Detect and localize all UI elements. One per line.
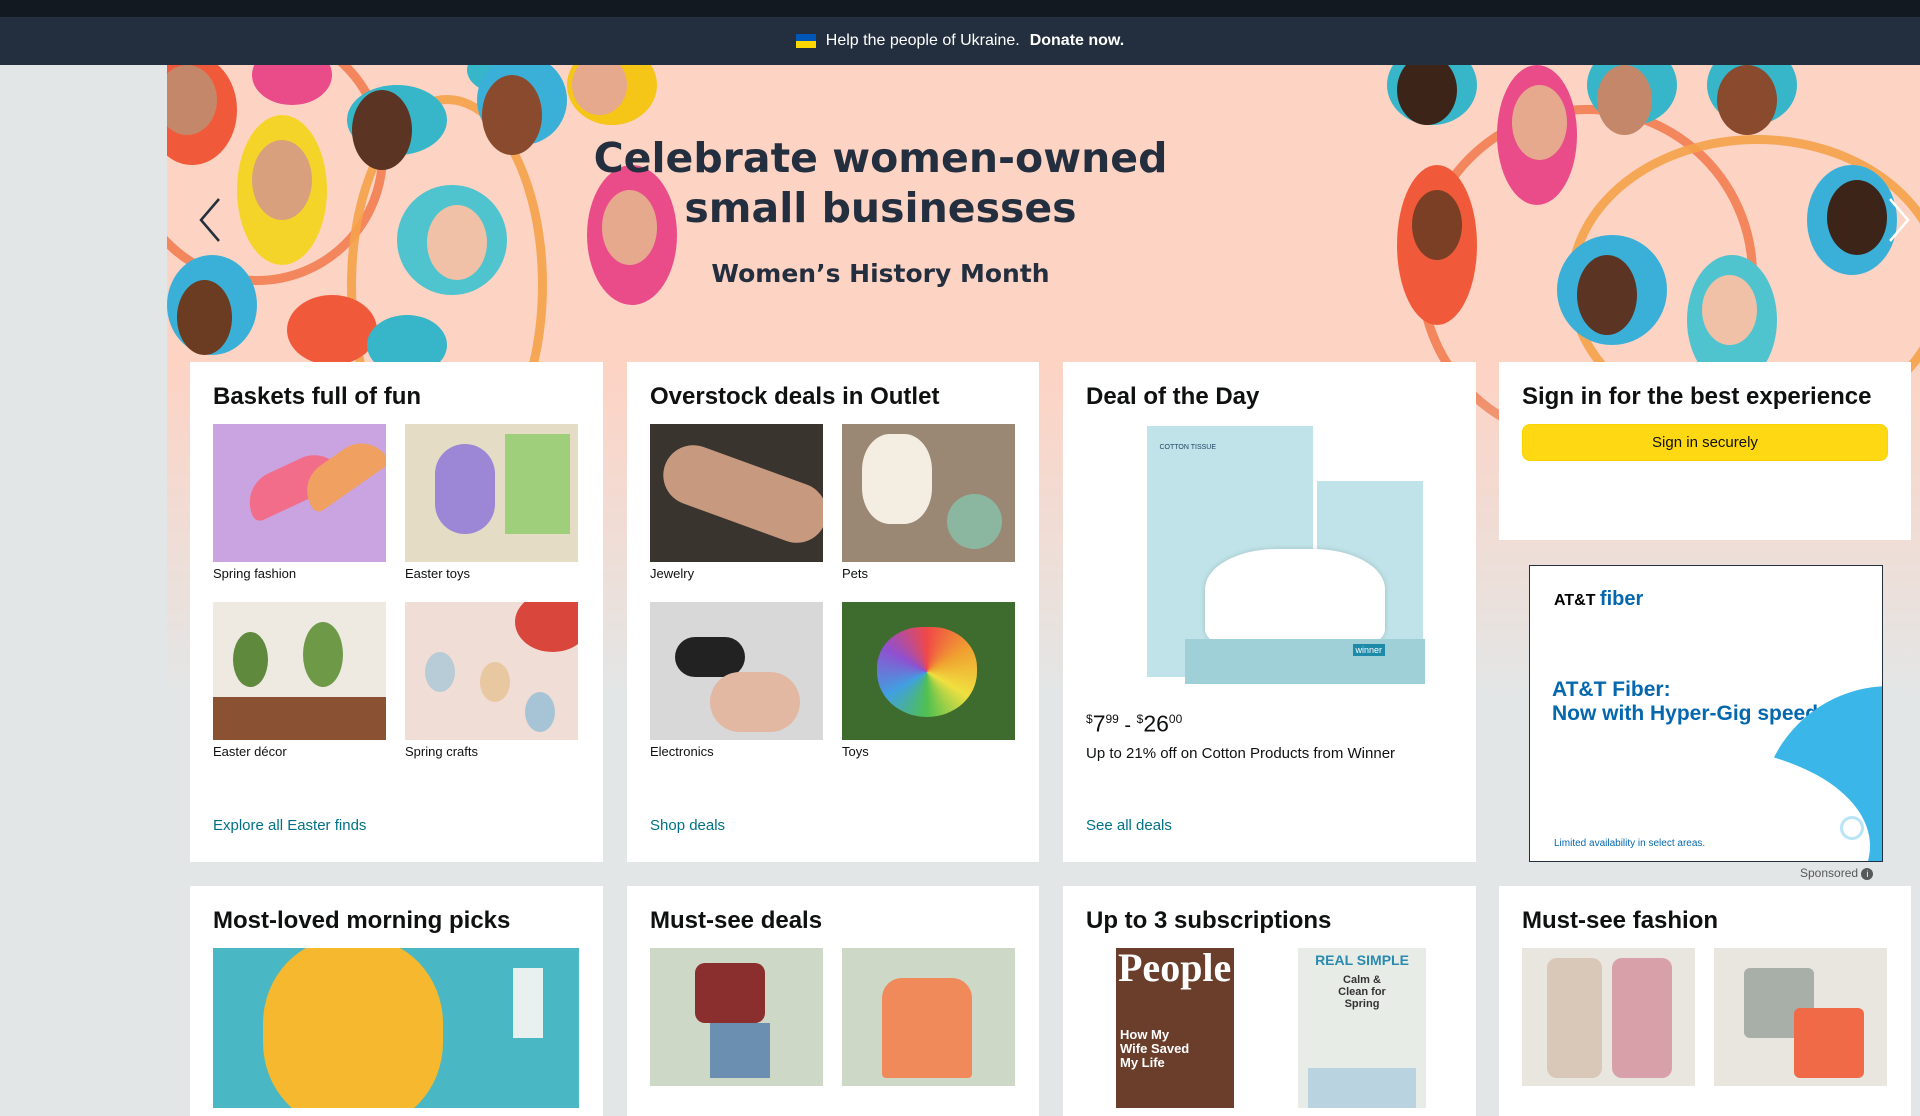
hero-illustration-face <box>1597 65 1652 135</box>
card-morning-picks: Most-loved morning picks <box>190 886 603 1116</box>
top-navigation-bar <box>0 0 1920 17</box>
hero-illustration-face <box>177 280 232 355</box>
ad-disclaimer: Limited availability in select areas. <box>1554 838 1706 849</box>
sponsored-label[interactable]: Sponsored i <box>1800 866 1874 880</box>
see-all-deals-link[interactable]: See all deals <box>1086 817 1172 834</box>
att-globe-icon <box>1840 816 1864 840</box>
card-title: Most-loved morning picks <box>213 907 511 934</box>
hero-illustration-hair <box>287 295 377 365</box>
card-must-see-fashion: Must-see fashion <box>1499 886 1911 1116</box>
must-see-deal-image[interactable] <box>650 948 823 1086</box>
card-title: Up to 3 subscriptions <box>1086 907 1332 934</box>
jewelry-image <box>650 424 823 562</box>
card-deal-of-day: Deal of the Day COTTON TISSUE winner $79… <box>1063 362 1476 862</box>
chevron-right-icon <box>1889 198 1910 242</box>
people-magazine-cover[interactable]: People How My Wife Saved My Life <box>1116 948 1234 1108</box>
sign-in-button[interactable]: Sign in securely <box>1522 424 1888 461</box>
card-title: Deal of the Day <box>1086 383 1260 410</box>
ukraine-banner[interactable]: Help the people of Ukraine. Donate now. <box>0 17 1920 65</box>
hero-illustration-face <box>1702 275 1757 345</box>
tile-spring-crafts[interactable]: Spring crafts <box>405 602 578 761</box>
card-title: Must-see deals <box>650 907 823 934</box>
spring-fashion-image <box>213 424 386 562</box>
tile-jewelry[interactable]: Jewelry <box>650 424 823 583</box>
tile-easter-toys[interactable]: Easter toys <box>405 424 578 583</box>
card-title: Sign in for the best experience <box>1522 383 1872 410</box>
spring-crafts-image <box>405 602 578 740</box>
hero-illustration-face <box>1717 65 1777 135</box>
deal-product-image[interactable]: COTTON TISSUE winner <box>1125 424 1425 694</box>
ukraine-flag-icon <box>795 34 816 48</box>
toys-image <box>842 602 1015 740</box>
real-simple-magazine-cover[interactable]: REAL SIMPLE Calm & Clean for Spring <box>1298 948 1426 1108</box>
carousel-prev-button[interactable] <box>189 185 239 255</box>
donate-link[interactable]: Donate now. <box>1030 32 1125 50</box>
deal-price: $799 - $2600 <box>1086 710 1183 737</box>
tile-pets[interactable]: Pets <box>842 424 1015 583</box>
att-logo: AT&T fiber <box>1554 588 1644 610</box>
easter-decor-image <box>213 602 386 740</box>
card-baskets: Baskets full of fun Spring fashion Easte… <box>190 362 603 862</box>
info-icon[interactable]: i <box>1861 867 1874 880</box>
ukraine-banner-text: Help the people of Ukraine. <box>825 32 1020 49</box>
morning-picks-image[interactable] <box>213 948 579 1108</box>
tile-easter-decor[interactable]: Easter décor <box>213 602 386 761</box>
tile-electronics[interactable]: Electronics <box>650 602 823 761</box>
pets-image <box>842 424 1015 562</box>
tile-spring-fashion[interactable]: Spring fashion <box>213 424 386 583</box>
hero-subtitle: Women’s History Month <box>711 259 1050 288</box>
electronics-image <box>650 602 823 740</box>
shop-deals-link[interactable]: Shop deals <box>650 817 725 834</box>
fashion-image[interactable] <box>1522 948 1695 1086</box>
ad-headline: AT&T Fiber: Now with Hyper-Gig speeds <box>1552 678 1830 725</box>
tile-toys[interactable]: Toys <box>842 602 1015 761</box>
explore-easter-link[interactable]: Explore all Easter finds <box>213 817 366 834</box>
card-title: Baskets full of fun <box>213 383 422 410</box>
hero-title: Celebrate women-owned small businesses <box>593 134 1168 232</box>
card-subscriptions: Up to 3 subscriptions People How My Wife… <box>1063 886 1476 1116</box>
fashion-image[interactable] <box>1714 948 1887 1086</box>
deal-description[interactable]: Up to 21% off on Cotton Products from Wi… <box>1086 745 1453 762</box>
card-title: Overstock deals in Outlet <box>650 383 940 410</box>
card-must-see-deals: Must-see deals <box>627 886 1039 1116</box>
must-see-deal-image[interactable] <box>842 948 1015 1086</box>
carousel-next-button[interactable] <box>1870 185 1920 255</box>
easter-toys-image <box>405 424 578 562</box>
chevron-left-icon <box>199 198 220 242</box>
card-overstock: Overstock deals in Outlet Jewelry Pets E… <box>627 362 1039 862</box>
att-fiber-ad[interactable]: AT&T fiber AT&T Fiber: Now with Hyper-Gi… <box>1529 565 1883 862</box>
card-sign-in: Sign in for the best experience Sign in … <box>1499 362 1911 540</box>
card-title: Must-see fashion <box>1522 907 1719 934</box>
